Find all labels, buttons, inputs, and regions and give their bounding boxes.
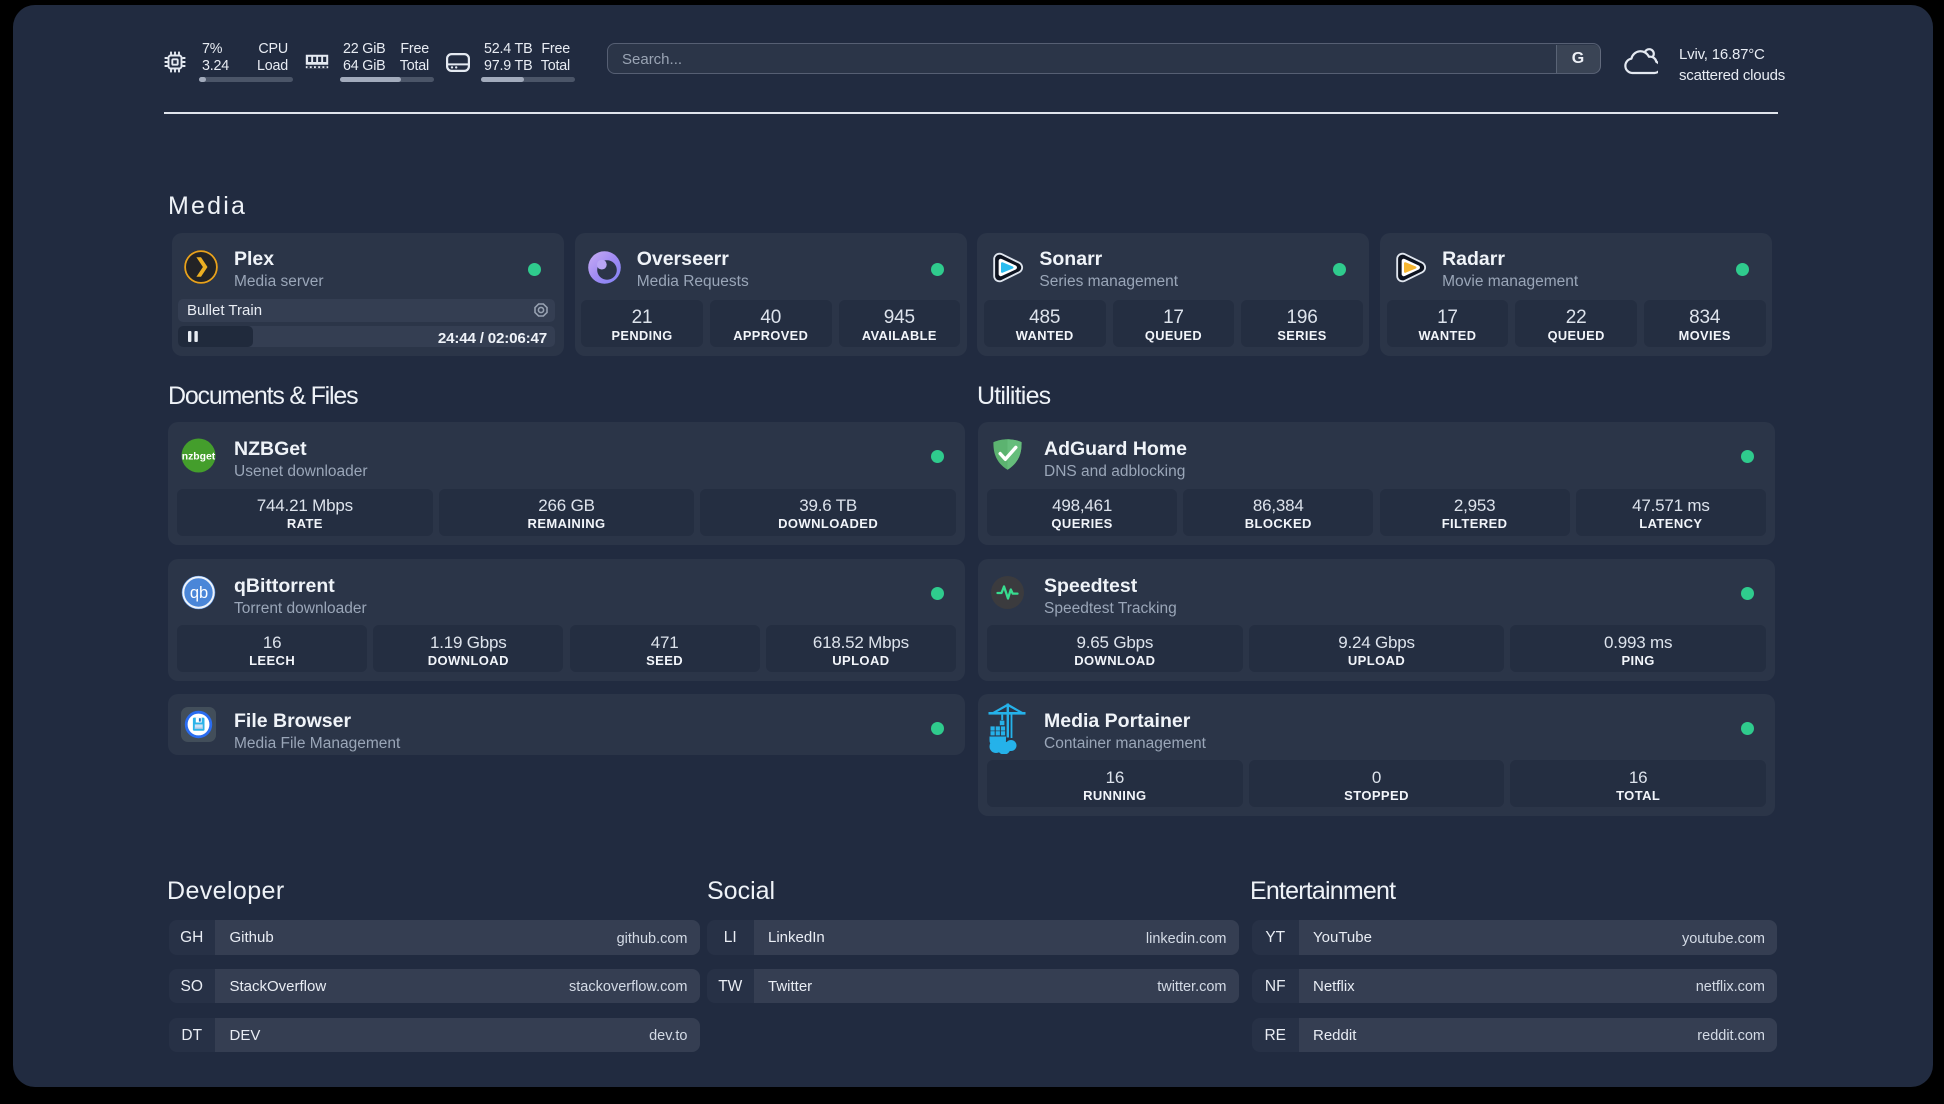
svg-text:nzbget: nzbget bbox=[182, 452, 216, 463]
svg-text:qb: qb bbox=[190, 584, 208, 602]
